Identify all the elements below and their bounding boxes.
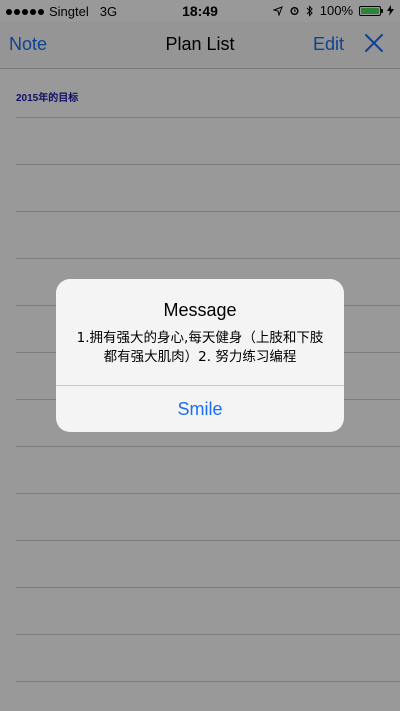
alert-title: Message <box>163 300 237 320</box>
alert-message: 1.拥有强大的身心,每天健身（上肢和下肢都有强大肌肉）2. 努力练习编程 <box>76 330 324 365</box>
alert-dialog: Message 1.拥有强大的身心,每天健身（上肢和下肢都有强大肌肉）2. 努力… <box>56 279 344 432</box>
screen: Singtel 3G 18:49 100% Note Plan List Edi… <box>0 0 400 711</box>
smile-button[interactable]: Smile <box>56 386 344 432</box>
